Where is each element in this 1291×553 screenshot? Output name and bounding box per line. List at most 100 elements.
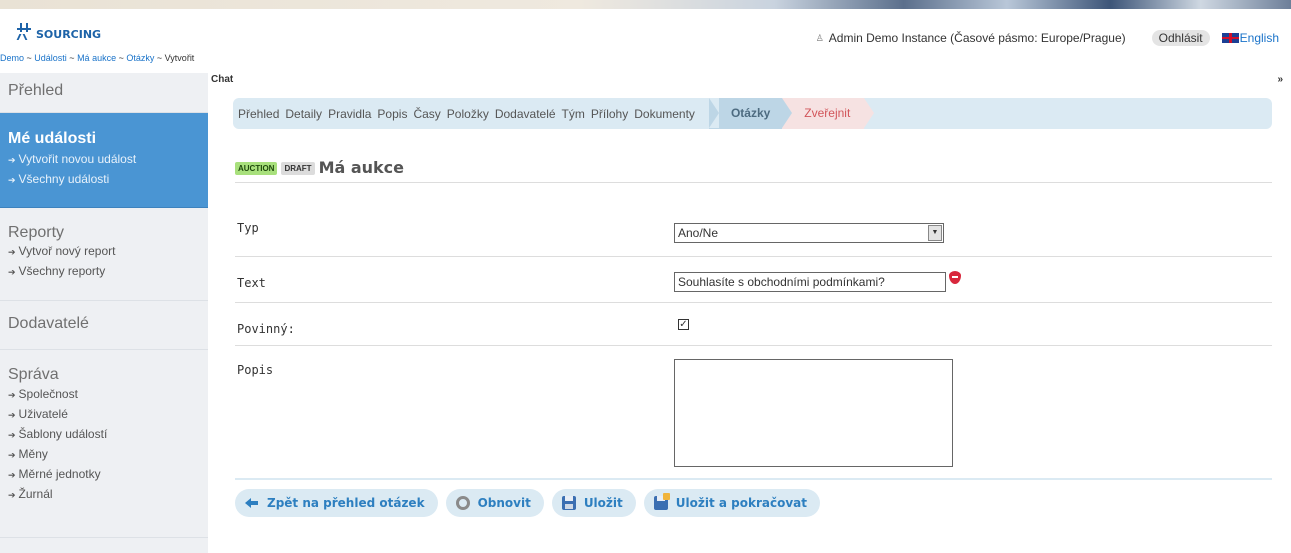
save-continue-button-label: Uložit a pokračovat bbox=[675, 496, 807, 510]
form-row-description: Popis bbox=[235, 346, 1272, 470]
logo[interactable]: SOURCING bbox=[16, 22, 102, 41]
sidebar-link-create-event[interactable]: ➔ Vytvořit novou událost bbox=[8, 150, 208, 170]
sidebar-section-my-events: Mé události ➔ Vytvořit novou událost ➔ Vše… bbox=[0, 113, 208, 208]
tab-details[interactable]: Detaily bbox=[285, 107, 322, 121]
sidebar-section-admin: Správa ➔ Společnost ➔ Uživatelé ➔ Šablony u… bbox=[0, 350, 208, 538]
required-checkbox[interactable]: ✓ bbox=[678, 319, 689, 330]
arrow-icon: ➔ bbox=[8, 450, 16, 460]
sidebar-section-reports: Reporty ➔ Vytvoř nový report ➔ Všechny rep… bbox=[0, 208, 208, 301]
arrow-icon: ➔ bbox=[8, 430, 16, 440]
type-select[interactable]: Ano/Ne ▼ bbox=[674, 223, 944, 243]
breadcrumb-separator: ~ bbox=[66, 53, 78, 63]
tab-description[interactable]: Popis bbox=[377, 107, 407, 121]
sidebar-admin-title[interactable]: Správa bbox=[8, 366, 208, 384]
sidebar: Přehled Mé události ➔ Vytvořit novou udál… bbox=[0, 73, 208, 553]
breadcrumb-my-auction[interactable]: Má aukce bbox=[77, 53, 116, 63]
sidebar-link-label: Šablony událostí bbox=[18, 427, 108, 441]
tab-documents[interactable]: Dokumenty bbox=[634, 107, 695, 121]
action-buttons: Zpět na přehled otázek Obnovit Uložit Ul… bbox=[235, 489, 820, 517]
reset-button[interactable]: Obnovit bbox=[445, 489, 544, 517]
sidebar-item-overview[interactable]: Přehled bbox=[0, 73, 208, 113]
sidebar-item-suppliers[interactable]: Dodavatelé bbox=[0, 301, 208, 350]
sidebar-link-event-templates[interactable]: ➔ Šablony událostí bbox=[8, 425, 208, 445]
sidebar-link-currencies[interactable]: ➔ Měny bbox=[8, 445, 208, 465]
refresh-icon bbox=[455, 496, 470, 510]
logout-button[interactable]: Odhlásit bbox=[1151, 30, 1210, 46]
form-divider bbox=[235, 478, 1272, 480]
type-select-value: Ano/Ne bbox=[678, 226, 719, 240]
tab-questions[interactable]: Otázky bbox=[708, 98, 783, 129]
breadcrumb-separator: ~ bbox=[24, 53, 35, 63]
breadcrumb-separator: ~ bbox=[154, 53, 165, 63]
user-info: Admin Demo Instance (Časové pásmo: Europ… bbox=[828, 31, 1126, 45]
chat-toggle-icon[interactable]: » bbox=[1277, 73, 1283, 87]
sidebar-link-all-reports[interactable]: ➔ Všechny reporty bbox=[8, 262, 208, 282]
back-button-label: Zpět na přehled otázek bbox=[267, 496, 425, 510]
save-and-continue-button[interactable]: Uložit a pokračovat bbox=[643, 489, 820, 517]
sidebar-link-all-events[interactable]: ➔ Všechny události bbox=[8, 170, 208, 190]
arrow-icon: ➔ bbox=[8, 390, 16, 400]
sidebar-link-company[interactable]: ➔ Společnost bbox=[8, 385, 208, 405]
uk-flag-icon[interactable] bbox=[1221, 33, 1239, 43]
sidebar-my-events-title[interactable]: Mé události bbox=[8, 130, 208, 148]
tab-items[interactable]: Položky bbox=[447, 107, 489, 121]
breadcrumb-questions[interactable]: Otázky bbox=[126, 53, 154, 63]
tab-publish[interactable]: Zveřejnit bbox=[782, 98, 875, 129]
text-label: Text bbox=[237, 276, 266, 290]
sidebar-link-label: Všechny reporty bbox=[18, 264, 106, 278]
chat-label[interactable]: Chat bbox=[211, 74, 233, 85]
required-label: Povinný: bbox=[237, 322, 295, 336]
tab-times[interactable]: Časy bbox=[413, 107, 440, 121]
chevron-down-icon[interactable]: ▼ bbox=[928, 225, 942, 241]
save-button[interactable]: Uložit bbox=[551, 489, 636, 517]
back-to-questions-button[interactable]: Zpět na přehled otázek bbox=[235, 489, 438, 517]
breadcrumb-current: Vytvořit bbox=[164, 53, 195, 63]
form-row-text: Text Souhlasíte s obchodními podmínkami? bbox=[235, 257, 1272, 303]
tab-team[interactable]: Tým bbox=[562, 107, 585, 121]
sidebar-link-label: Vytvořit novou událost bbox=[18, 152, 137, 166]
arrow-icon: ➔ bbox=[8, 490, 16, 500]
breadcrumb-events[interactable]: Události bbox=[34, 53, 67, 63]
arrow-icon: ➔ bbox=[8, 267, 16, 277]
sidebar-link-users[interactable]: ➔ Uživatelé bbox=[8, 405, 208, 425]
header-banner-image bbox=[0, 0, 1291, 9]
save-continue-icon bbox=[653, 493, 670, 510]
arrow-icon: ➔ bbox=[8, 410, 16, 420]
logo-text: SOURCING bbox=[36, 28, 102, 41]
language-link[interactable]: English bbox=[1240, 31, 1279, 45]
description-textarea[interactable] bbox=[674, 359, 953, 467]
sidebar-link-label: Měny bbox=[18, 447, 48, 461]
page-title: Má aukce bbox=[318, 158, 405, 177]
user-area: ♙ Admin Demo Instance (Časové pásmo: Eur… bbox=[816, 30, 1279, 46]
sidebar-link-label: Žurnál bbox=[18, 487, 53, 501]
sidebar-link-label: Všechny události bbox=[18, 172, 110, 186]
chat-bar: Chat » bbox=[208, 73, 1291, 87]
breadcrumb-separator: ~ bbox=[116, 53, 127, 63]
sidebar-link-journal[interactable]: ➔ Žurnál bbox=[8, 485, 208, 505]
arrow-icon: ➔ bbox=[8, 247, 16, 257]
type-label: Typ bbox=[237, 221, 259, 235]
wizard-tabs: Přehled Detaily Pravidla Popis Časy Polo… bbox=[233, 98, 1272, 129]
draft-badge: DRAFT bbox=[281, 162, 315, 175]
form-row-type: Typ Ano/Ne ▼ bbox=[235, 208, 1272, 257]
sidebar-link-label: Vytvoř nový report bbox=[18, 244, 116, 258]
form-row-required: Povinný: ✓ bbox=[235, 303, 1272, 346]
sidebar-reports-title[interactable]: Reporty bbox=[8, 224, 208, 242]
sidebar-link-label: Uživatelé bbox=[18, 407, 68, 421]
required-shield-icon bbox=[949, 271, 961, 284]
sidebar-overview-label: Přehled bbox=[8, 82, 64, 99]
arrow-icon: ➔ bbox=[8, 175, 16, 185]
question-text-input[interactable]: Souhlasíte s obchodními podmínkami? bbox=[674, 272, 946, 292]
logo-mark-icon bbox=[16, 22, 34, 41]
tab-suppliers[interactable]: Dodavatelé bbox=[495, 107, 556, 121]
tab-rules[interactable]: Pravidla bbox=[328, 107, 371, 121]
sidebar-link-new-report[interactable]: ➔ Vytvoř nový report bbox=[8, 242, 208, 262]
sidebar-suppliers-label: Dodavatelé bbox=[8, 315, 89, 332]
sidebar-link-units[interactable]: ➔ Měrné jednotky bbox=[8, 465, 208, 485]
sidebar-link-label: Společnost bbox=[18, 387, 78, 401]
tab-overview[interactable]: Přehled bbox=[238, 107, 279, 121]
save-button-label: Uložit bbox=[583, 496, 623, 510]
sidebar-link-label: Měrné jednotky bbox=[18, 467, 101, 481]
tab-attachments[interactable]: Přílohy bbox=[591, 107, 628, 121]
breadcrumb-demo[interactable]: Demo bbox=[0, 53, 24, 63]
